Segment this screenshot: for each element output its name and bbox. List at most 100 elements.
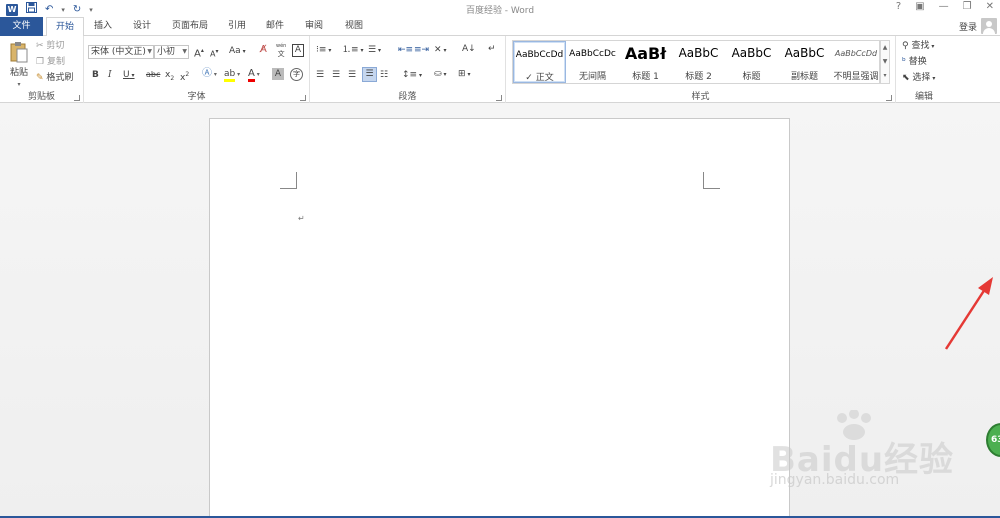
numbering-icon: ⒈≡ — [342, 45, 359, 55]
align-center-icon[interactable]: ☰ — [332, 69, 340, 81]
strikethrough-button[interactable]: abc — [146, 69, 160, 81]
multilevel-list-icon: ☰ — [368, 45, 377, 55]
enclose-characters-icon[interactable]: 字 — [290, 68, 303, 81]
style-sample: AaBbC — [731, 46, 772, 60]
character-border-icon[interactable]: A — [292, 44, 304, 57]
font-name-combo[interactable]: 宋体 (中文正) ▼ — [88, 45, 154, 59]
superscript-button[interactable]: x2 — [180, 69, 189, 84]
multilevel-list-button[interactable]: ☰ ▾ — [368, 44, 381, 57]
font-color-button[interactable]: A ▾ — [248, 68, 260, 82]
chinese-layout-button[interactable]: ✕ ▾ — [434, 44, 446, 57]
font-launcher-icon[interactable] — [300, 95, 306, 101]
clear-formatting-icon[interactable]: A̸ — [260, 44, 267, 56]
style-sample: AaBbC — [784, 46, 825, 60]
copy-button[interactable]: ❐ 复制 — [36, 56, 65, 68]
select-button[interactable]: ⬉ 选择 ▾ — [902, 72, 935, 85]
tab-file[interactable]: 文件 — [0, 17, 43, 36]
change-case-icon: Aa — [229, 46, 241, 56]
tab-insert[interactable]: 插入 — [86, 17, 120, 36]
change-case-button[interactable]: Aa ▾ — [229, 45, 246, 58]
scroll-up-icon[interactable]: ▲ — [881, 41, 889, 55]
login-link[interactable]: 登录 — [959, 20, 977, 33]
more-styles-icon[interactable]: ▾ — [881, 69, 889, 83]
grow-font-button[interactable]: A▴ — [194, 45, 204, 60]
text-effects-button[interactable]: Ⓐ ▾ — [202, 68, 217, 81]
document-page[interactable]: ↵ — [209, 118, 790, 518]
clipboard-launcher-icon[interactable] — [74, 95, 80, 101]
style-no-spacing[interactable]: AaBbCcDc 无间隔 — [566, 41, 619, 83]
style-name: 不明显强调 — [833, 72, 879, 82]
binoculars-icon: ⚲ — [902, 41, 909, 51]
tab-references[interactable]: 引用 — [220, 17, 254, 36]
numbering-button[interactable]: ⒈≡ ▾ — [342, 44, 363, 57]
scissors-icon: ✂ — [36, 41, 44, 51]
style-name: 标题 2 — [685, 72, 712, 82]
margin-corner-right — [703, 172, 720, 189]
justify-icon[interactable]: ☰ — [362, 67, 377, 82]
distributed-icon[interactable]: ☷ — [380, 69, 388, 81]
style-subtle-emphasis[interactable]: AaBbCcDd 不明显强调 — [831, 41, 881, 83]
tab-page-layout[interactable]: 页面布局 — [164, 17, 216, 36]
borders-button[interactable]: ⊞ ▾ — [458, 68, 470, 81]
line-spacing-button[interactable]: ↕≡ ▾ — [402, 69, 422, 82]
increase-indent-icon[interactable]: ≡⇥ — [414, 44, 429, 56]
font-size-value: 小初 — [157, 47, 176, 57]
cut-button[interactable]: ✂ 剪切 — [36, 40, 64, 52]
scroll-down-icon[interactable]: ▼ — [881, 55, 889, 69]
minimize-button[interactable]: — — [939, 1, 949, 12]
replace-button[interactable]: ᵇ 替换 — [902, 56, 927, 68]
styles-launcher-icon[interactable] — [886, 95, 892, 101]
shading-button[interactable]: ⛀ ▾ — [434, 68, 446, 81]
tab-mailings[interactable]: 邮件 — [258, 17, 292, 36]
bold-button[interactable]: B — [92, 69, 99, 81]
sort-icon[interactable]: A↓ — [462, 43, 476, 55]
style-subtitle[interactable]: AaBbC 副标题 — [778, 41, 831, 83]
style-sample: AaBbCcDd — [834, 49, 878, 58]
format-painter-button[interactable]: ✎ 格式刷 — [36, 72, 73, 84]
check-icon: ✓ — [525, 73, 533, 83]
style-name: 无间隔 — [578, 72, 606, 82]
align-left-icon[interactable]: ☰ — [316, 69, 324, 81]
editing-group: ⚲ 查找 ▾ ᵇ 替换 ⬉ 选择 ▾ 编辑 — [896, 36, 952, 103]
show-marks-icon[interactable]: ↵ — [488, 43, 496, 55]
borders-icon: ⊞ — [458, 69, 466, 79]
title-bar: W ↶ ▾ ↻ ▾ 百度经验 - Word ? ▣ — ❐ ✕ — [0, 0, 1000, 17]
copy-icon: ❐ — [36, 57, 45, 67]
text-effects-icon: Ⓐ — [202, 68, 212, 79]
style-heading-2[interactable]: AaBbC 标题 2 — [672, 41, 725, 83]
paste-button[interactable]: 粘贴 ▾ — [7, 41, 31, 91]
phonetic-guide-button[interactable]: wén 文 — [276, 42, 286, 58]
tab-view[interactable]: 视图 — [336, 17, 372, 36]
ribbon-display-options-button[interactable]: ▣ — [915, 1, 924, 12]
paragraph-launcher-icon[interactable] — [496, 95, 502, 101]
style-sample: AaBbC — [678, 46, 719, 60]
shrink-font-button[interactable]: A▾ — [210, 46, 219, 61]
underline-button[interactable]: U ▾ — [123, 69, 135, 82]
highlighter-icon: ab — [224, 69, 236, 82]
character-shading-icon[interactable]: A — [272, 68, 284, 80]
styles-gallery: AaBbCcDd ✓ 正文 AaBbCcDc 无间隔 AaBł 标题 1 AaB… — [512, 40, 880, 84]
highlight-button[interactable]: ab ▾ — [224, 68, 240, 82]
find-button[interactable]: ⚲ 查找 ▾ — [902, 40, 934, 53]
restore-button[interactable]: ❐ — [963, 1, 972, 12]
find-label: 查找 — [911, 41, 930, 51]
paint-bucket-icon: ⛀ — [434, 69, 442, 79]
align-right-icon[interactable]: ☰ — [348, 69, 356, 81]
style-heading-1[interactable]: AaBł 标题 1 — [619, 41, 672, 83]
italic-button[interactable]: I — [108, 69, 112, 81]
subscript-button[interactable]: x2 — [165, 69, 174, 85]
tab-home[interactable]: 开始 — [46, 17, 84, 37]
select-label: 选择 — [912, 73, 931, 83]
style-normal[interactable]: AaBbCcDd ✓ 正文 — [513, 41, 566, 83]
bullets-button[interactable]: ⁝≡ ▾ — [316, 44, 331, 57]
tab-design[interactable]: 设计 — [124, 17, 160, 36]
font-size-combo[interactable]: 小初 ▼ — [154, 45, 189, 59]
close-button[interactable]: ✕ — [986, 1, 994, 12]
styles-scroll[interactable]: ▲ ▼ ▾ — [880, 40, 890, 84]
style-title[interactable]: AaBbC 标题 — [725, 41, 778, 83]
avatar[interactable] — [981, 18, 997, 34]
tab-review[interactable]: 审阅 — [296, 17, 332, 36]
cursor-icon: ⬉ — [902, 73, 910, 83]
help-button[interactable]: ? — [896, 1, 901, 12]
decrease-indent-icon[interactable]: ⇤≡ — [398, 44, 413, 56]
